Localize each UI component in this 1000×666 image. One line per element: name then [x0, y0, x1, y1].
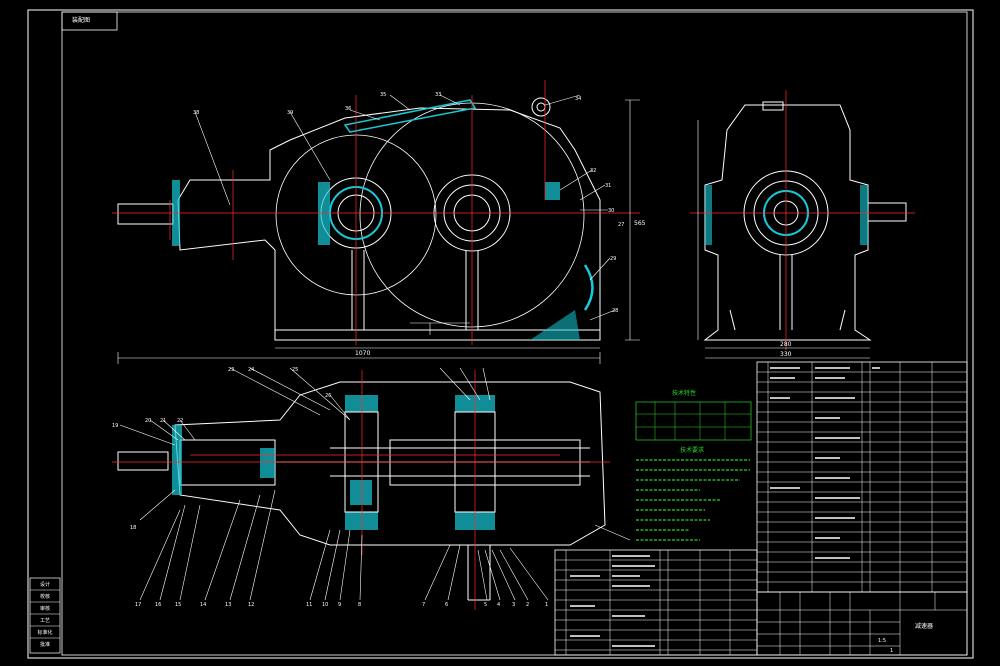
title-block-grid	[757, 592, 967, 655]
parts-list	[554, 361, 968, 656]
lifting-eye-inner	[536, 102, 546, 112]
outer-border	[27, 9, 974, 659]
stamp-label: 设计	[39, 582, 50, 588]
oil-gauge	[583, 264, 594, 311]
side-housing-outline	[703, 104, 872, 341]
side-ribs	[729, 255, 846, 331]
tech-params-title: 技术特性	[672, 389, 696, 397]
title-tag-text: 装配图	[72, 16, 90, 24]
tech-params-table	[635, 401, 752, 441]
title-scale: 1:5	[878, 638, 886, 644]
plan-output-shaft	[467, 545, 491, 601]
title-sheet: 1	[890, 648, 893, 654]
title-drawing-name: 减速器	[915, 622, 933, 630]
side-vent	[762, 101, 784, 111]
tech-req-title: 技术要求	[680, 446, 704, 454]
side-center-lines	[690, 90, 915, 350]
title-block: 减速器 1:5 1	[756, 591, 968, 656]
cad-drawing-canvas: 装配图 1070 565 280 330 技术特性 技术要求 减速器 1:5 1	[27, 9, 974, 659]
front-section-right	[545, 182, 560, 200]
front-center-lines	[112, 80, 640, 345]
front-ribs	[351, 250, 479, 330]
side-view: 280 330	[690, 90, 915, 359]
front-section-hatch-bottom	[530, 310, 580, 340]
left-stamp-labels: 设计 校核 审核 工艺 标准化 批准	[31, 579, 59, 651]
side-dim-lines	[697, 120, 870, 359]
tech-params-block: 技术特性 技术要求	[635, 389, 752, 541]
front-section-left	[318, 182, 330, 245]
plan-input-shaft	[117, 451, 169, 471]
tech-req-lines	[636, 459, 750, 541]
dim-bottom-width: 280	[780, 341, 792, 348]
parts-list-bottom	[554, 549, 758, 656]
tech-params-grid	[636, 402, 751, 440]
stamp-label: 标准化	[37, 630, 53, 636]
title-block-frame	[756, 591, 968, 656]
stamp-label: 工艺	[39, 618, 50, 624]
lifting-eye	[531, 97, 551, 117]
stamp-label: 校核	[39, 594, 50, 600]
dim-center-width: 330	[780, 351, 792, 358]
stamp-label: 批准	[39, 642, 50, 648]
side-flanges	[705, 185, 868, 245]
front-input-shaft	[117, 203, 174, 225]
front-inspection-cover	[343, 99, 477, 133]
parts-list-right-rows	[757, 362, 967, 592]
stamp-label: 审核	[39, 606, 50, 612]
parts-list-bottom-rows	[555, 550, 757, 655]
side-output-shaft	[867, 202, 907, 222]
dim-height: 565	[634, 220, 646, 227]
dim-overall-length: 1070	[355, 350, 370, 357]
front-view: 1070 565	[112, 80, 646, 364]
